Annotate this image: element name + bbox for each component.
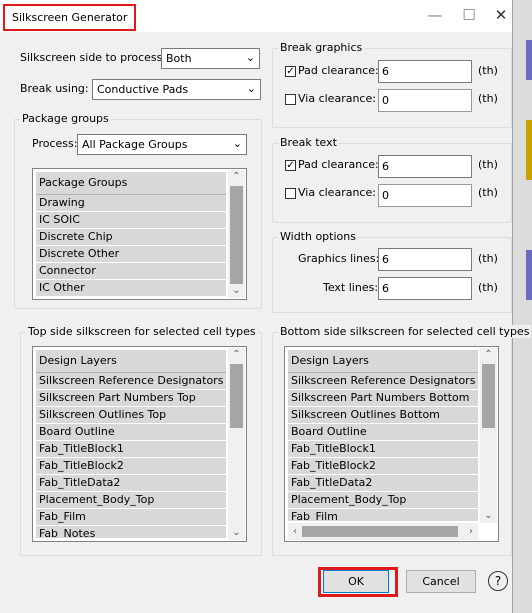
break-graphics-via-checkbox[interactable] [285, 94, 296, 105]
bottom-side-layers-list[interactable]: Design Layers Silkscreen Reference Desig… [284, 346, 499, 542]
break-text-via-label: Via clearance: [298, 186, 376, 199]
scroll-down-icon[interactable]: ⌄ [480, 509, 497, 523]
side-to-process-label: Silkscreen side to process: [20, 51, 167, 64]
bottom-layer-item[interactable]: Placement_Body_Top [288, 492, 478, 509]
top-layer-item[interactable]: Fab_Film [36, 509, 226, 526]
break-text-via-unit: (th) [478, 186, 498, 199]
break-text-pad-label: Pad clearance: [298, 158, 379, 171]
graphics-lines-label: Graphics lines: [298, 252, 380, 265]
break-graphics-via-unit: (th) [478, 92, 498, 105]
chevron-down-icon: ⌄ [232, 137, 242, 150]
package-group-item[interactable]: IC SOIC [36, 212, 226, 229]
top-layer-item[interactable]: Fab_TitleData2 [36, 475, 226, 492]
chevron-down-icon: ⌄ [246, 82, 256, 95]
window-title: Silkscreen Generator [3, 4, 137, 31]
bottom-layer-item[interactable]: Silkscreen Reference Designators Bottom [288, 373, 478, 390]
scroll-thumb[interactable] [230, 186, 243, 284]
bottom-side-hscrollbar[interactable]: ‹ › [288, 523, 478, 540]
scroll-thumb[interactable] [482, 364, 495, 428]
break-text-pad-checkbox[interactable]: ✓ [285, 160, 296, 171]
top-side-list-header: Design Layers [36, 350, 226, 373]
package-group-item[interactable]: Discrete Other [36, 246, 226, 263]
break-text-pad-input[interactable]: 6 [378, 155, 472, 178]
cancel-button[interactable]: Cancel [406, 570, 476, 593]
scroll-down-icon[interactable]: ⌄ [228, 284, 245, 298]
break-text-via-checkbox[interactable] [285, 188, 296, 199]
package-groups-list[interactable]: Package Groups Drawing IC SOIC Discrete Ch… [32, 168, 247, 300]
break-graphics-pad-label: Pad clearance: [298, 64, 379, 77]
top-layer-item[interactable]: Fab_TitleBlock1 [36, 441, 226, 458]
bottom-side-vscrollbar[interactable]: ⌃ ⌄ [480, 348, 497, 523]
break-text-pad-unit: (th) [478, 158, 498, 171]
break-text-via-input[interactable]: 0 [378, 184, 472, 207]
close-icon[interactable]: ✕ [490, 5, 512, 25]
top-layer-item[interactable]: Silkscreen Outlines Top [36, 407, 226, 424]
package-groups-list-header: Package Groups [36, 172, 226, 195]
width-options-title: Width options [278, 230, 358, 243]
side-to-process-value: Both [166, 52, 192, 65]
graphics-lines-input[interactable]: 6 [378, 248, 472, 271]
maximize-icon[interactable]: ☐ [458, 5, 480, 25]
bottom-layer-item[interactable]: Fab_TitleData2 [288, 475, 478, 492]
scroll-down-icon[interactable]: ⌄ [228, 526, 245, 540]
scroll-thumb[interactable] [302, 526, 458, 537]
bottom-layer-item[interactable]: Silkscreen Part Numbers Bottom [288, 390, 478, 407]
break-graphics-pad-input[interactable]: 6 [378, 60, 472, 83]
bottom-layer-item[interactable]: Board Outline [288, 424, 478, 441]
bottom-layer-item[interactable]: Fab_TitleBlock2 [288, 458, 478, 475]
bottom-layer-item[interactable]: Silkscreen Outlines Bottom [288, 407, 478, 424]
bottom-side-title: Bottom side silkscreen for selected cell… [278, 325, 532, 338]
break-graphics-via-label: Via clearance: [298, 92, 376, 105]
graphics-lines-unit: (th) [478, 252, 498, 265]
ok-button[interactable]: OK [323, 570, 389, 593]
scroll-right-icon[interactable]: › [464, 523, 478, 540]
package-groups-title: Package groups [20, 112, 111, 125]
top-layer-item[interactable]: Silkscreen Reference Designators Top [36, 373, 226, 390]
bottom-side-list-header: Design Layers [288, 350, 478, 373]
top-layer-item[interactable]: Placement_Body_Top [36, 492, 226, 509]
background-window-edge [512, 0, 532, 613]
minimize-icon[interactable]: — [424, 5, 446, 25]
package-group-item[interactable]: Drawing [36, 195, 226, 212]
break-graphics-pad-unit: (th) [478, 64, 498, 77]
process-value: All Package Groups [82, 138, 188, 151]
help-icon[interactable]: ? [488, 571, 508, 591]
top-layer-item[interactable]: Fab_Notes [36, 526, 226, 538]
scroll-up-icon[interactable]: ⌃ [228, 170, 245, 184]
silkscreen-generator-dialog: Silkscreen Generator — ☐ ✕ Silkscreen si… [0, 0, 532, 613]
scroll-left-icon[interactable]: ‹ [288, 523, 302, 540]
top-side-title: Top side silkscreen for selected cell ty… [26, 325, 258, 338]
top-layer-item[interactable]: Board Outline [36, 424, 226, 441]
text-lines-input[interactable]: 6 [378, 277, 472, 300]
chevron-down-icon: ⌄ [245, 51, 255, 64]
side-to-process-select[interactable]: Both ⌄ [161, 48, 260, 69]
package-group-item[interactable]: IC Other [36, 280, 226, 296]
package-groups-scrollbar[interactable]: ⌃ ⌄ [228, 170, 245, 298]
break-graphics-title: Break graphics [278, 41, 365, 54]
break-graphics-via-input[interactable]: 0 [378, 89, 472, 112]
scroll-thumb[interactable] [230, 364, 243, 428]
break-graphics-pad-checkbox[interactable]: ✓ [285, 66, 296, 77]
scroll-up-icon[interactable]: ⌃ [228, 348, 245, 362]
text-lines-unit: (th) [478, 281, 498, 294]
scroll-up-icon[interactable]: ⌃ [480, 348, 497, 362]
process-label: Process: [32, 137, 78, 150]
package-group-item[interactable]: Discrete Chip [36, 229, 226, 246]
process-select[interactable]: All Package Groups ⌄ [77, 134, 247, 155]
bottom-layer-item[interactable]: Fab_TitleBlock1 [288, 441, 478, 458]
top-layer-item[interactable]: Silkscreen Part Numbers Top [36, 390, 226, 407]
top-side-layers-list[interactable]: Design Layers Silkscreen Reference Desig… [32, 346, 247, 542]
top-layer-item[interactable]: Fab_TitleBlock2 [36, 458, 226, 475]
package-group-item[interactable]: Connector [36, 263, 226, 280]
bottom-layer-item[interactable]: Fab_Film [288, 509, 478, 521]
top-side-scrollbar[interactable]: ⌃ ⌄ [228, 348, 245, 540]
text-lines-label: Text lines: [323, 281, 379, 294]
break-using-value: Conductive Pads [97, 83, 189, 96]
break-using-select[interactable]: Conductive Pads ⌄ [92, 79, 261, 100]
break-text-title: Break text [278, 136, 339, 149]
title-bar: Silkscreen Generator — ☐ ✕ [0, 0, 512, 32]
break-using-label: Break using: [20, 82, 89, 95]
